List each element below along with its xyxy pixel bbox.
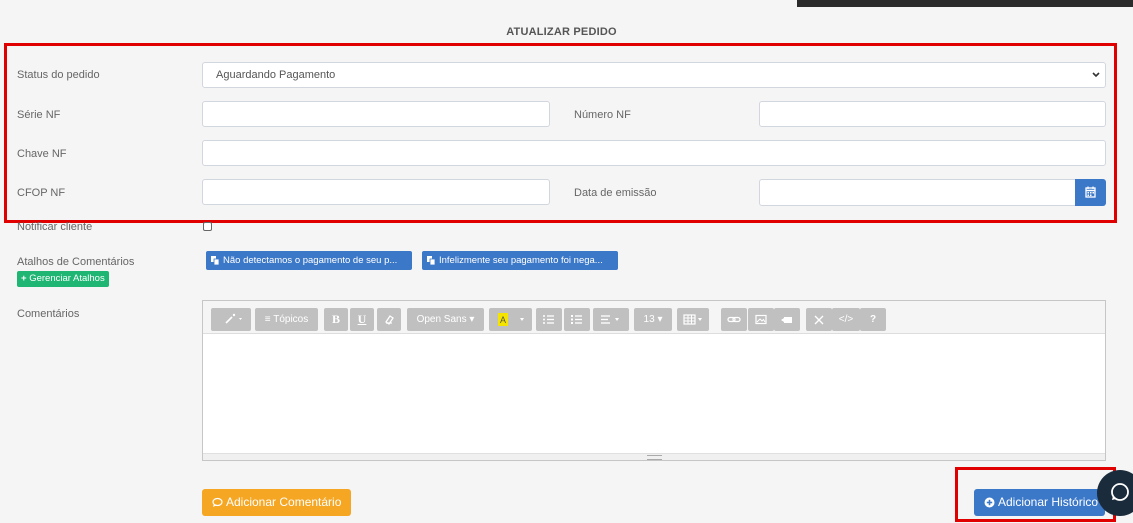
eraser-icon [385, 315, 394, 325]
notify-checkbox[interactable] [203, 222, 212, 231]
font-size-label: 13 [643, 314, 655, 325]
magic-wand-icon [225, 313, 242, 324]
notify-label: Notificar cliente [17, 221, 93, 233]
shortcuts-label: Atalhos de Comentários [17, 256, 135, 268]
bullet-list-button[interactable] [536, 308, 562, 331]
caret-down-icon: ▾ [657, 314, 663, 325]
copy-icon [427, 256, 435, 265]
help-button[interactable]: ? [860, 308, 886, 331]
highlight-box-form [4, 43, 1117, 223]
editor-resize-handle[interactable] [203, 453, 1105, 460]
grip-icon [647, 455, 662, 460]
underline-button[interactable]: U [350, 308, 374, 331]
bold-button[interactable]: B [324, 308, 348, 331]
highlight-box-button [955, 467, 1116, 522]
whatsapp-icon [1111, 483, 1129, 501]
shortcut-button-2[interactable]: Infelizmente seu pagamento foi nega... [422, 251, 618, 270]
fullscreen-button[interactable] [806, 308, 832, 331]
plus-icon: + [21, 273, 27, 284]
expand-icon [814, 315, 824, 325]
link-icon [727, 316, 741, 323]
font-family-button[interactable]: Open Sans ▾ [407, 308, 484, 331]
shortcut-label-1: Não detectamos o pagamento de seu p... [223, 255, 398, 266]
font-size-button[interactable]: 13 ▾ [634, 308, 672, 331]
image-icon [755, 314, 767, 325]
clear-format-button[interactable] [377, 308, 401, 331]
caret-down-icon: ▾ [469, 314, 475, 325]
comments-editor[interactable]: ≡ Tópicos B U Open Sans ▾ A 13 ▾ </> ? [202, 300, 1106, 461]
copy-icon [211, 256, 219, 265]
color-button[interactable]: A [489, 308, 532, 331]
editor-toolbar: ≡ Tópicos B U Open Sans ▾ A 13 ▾ </> ? [203, 301, 1105, 334]
list-icon: ≡ [264, 314, 271, 325]
topics-button[interactable]: ≡ Tópicos [255, 308, 318, 331]
link-button[interactable] [721, 308, 747, 331]
manage-shortcuts-button[interactable]: + Gerenciar Atalhos [17, 271, 109, 287]
unordered-list-icon [543, 315, 554, 324]
ordered-list-button[interactable] [564, 308, 590, 331]
ordered-list-icon [571, 315, 582, 324]
add-comment-button[interactable]: Adicionar Comentário [202, 489, 351, 516]
top-bar [797, 0, 1133, 7]
editor-content[interactable] [203, 334, 1105, 454]
video-button[interactable] [774, 308, 800, 331]
paragraph-button[interactable] [593, 308, 629, 331]
align-left-icon [601, 315, 619, 324]
comment-icon [212, 497, 223, 507]
section-title: ATUALIZAR PEDIDO [506, 26, 617, 38]
code-view-button[interactable]: </> [832, 308, 860, 331]
add-comment-label: Adicionar Comentário [226, 495, 342, 509]
font-family-label: Open Sans [416, 314, 467, 325]
comments-label: Comentários [17, 308, 80, 320]
shortcut-label-2: Infelizmente seu pagamento foi nega... [439, 255, 603, 266]
image-button[interactable] [748, 308, 774, 331]
table-icon [683, 314, 702, 325]
text-color-icon: A [498, 313, 524, 326]
style-button[interactable] [211, 308, 251, 331]
video-icon [781, 317, 792, 323]
manage-shortcuts-label: Gerenciar Atalhos [29, 273, 105, 284]
topics-label: Tópicos [273, 314, 309, 325]
svg-text:A: A [500, 315, 506, 325]
shortcut-button-1[interactable]: Não detectamos o pagamento de seu p... [206, 251, 412, 270]
whatsapp-chat-button[interactable] [1097, 470, 1133, 516]
table-button[interactable] [677, 308, 709, 331]
